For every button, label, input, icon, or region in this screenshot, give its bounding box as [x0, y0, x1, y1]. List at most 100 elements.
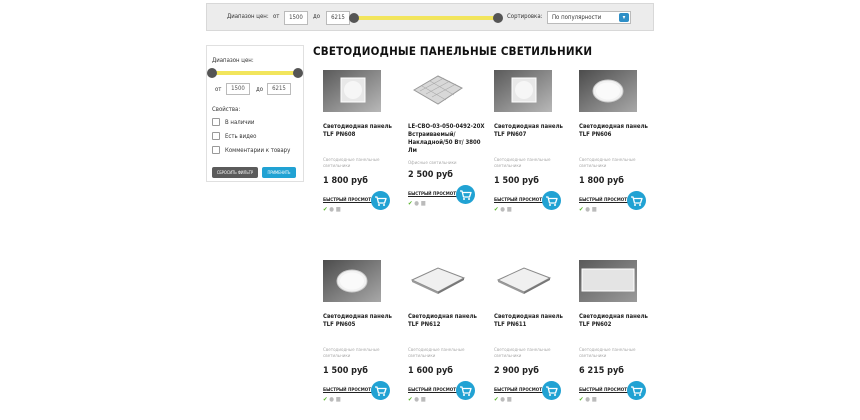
comment-icon: ■ — [335, 396, 341, 403]
in-stock-check-icon: ✔ — [323, 396, 328, 403]
product-category: Светодиодные панельные светильники — [323, 348, 380, 359]
add-to-cart-button[interactable] — [456, 185, 475, 204]
in-stock-check-icon: ✔ — [408, 396, 413, 403]
product-card-4: Светодиодная панель TLF PN606 Светодиодн… — [579, 70, 659, 230]
product-card-5: Светодиодная панель TLF PN605 Светодиодн… — [323, 260, 403, 420]
product-image[interactable] — [323, 260, 381, 302]
has-video-checkbox[interactable] — [212, 132, 220, 140]
product-status-icons: ✔ ● ■ — [579, 396, 597, 403]
comment-icon: ■ — [506, 206, 512, 213]
sidebar-from-label: от — [215, 86, 222, 93]
product-category: Светодиодные панельные светильники — [494, 348, 551, 359]
quick-view-link[interactable]: БЫСТРЫЙ ПРОСМОТР — [494, 198, 545, 203]
video-icon: ● — [329, 206, 334, 213]
product-name[interactable]: Светодиодная панель TLF PN612 — [408, 313, 488, 329]
range-min-handle[interactable] — [349, 13, 359, 23]
in-stock-checkbox[interactable] — [212, 118, 220, 126]
product-card-3: Светодиодная панель TLF PN607 Светодиодн… — [494, 70, 574, 230]
sidebar-price-track[interactable] — [213, 71, 299, 75]
from-label: от — [273, 13, 280, 20]
in-stock-check-icon: ✔ — [494, 396, 499, 403]
sort-select[interactable]: По популярности ▾ — [547, 11, 631, 24]
quick-view-link[interactable]: БЫСТРЫЙ ПРОСМОТР — [323, 198, 374, 203]
add-to-cart-button[interactable] — [627, 381, 646, 400]
add-to-cart-button[interactable] — [542, 381, 561, 400]
has-comments-label: Комментарии к товару — [225, 147, 291, 154]
product-category: Светодиодные панельные светильники — [408, 348, 465, 359]
cart-icon — [460, 190, 472, 200]
quick-view-link[interactable]: БЫСТРЫЙ ПРОСМОТР — [408, 192, 459, 197]
product-image[interactable] — [408, 260, 466, 302]
comment-icon: ■ — [420, 200, 426, 207]
has-video-label: Есть видео — [225, 133, 257, 140]
cart-icon — [631, 196, 643, 206]
product-image[interactable] — [494, 260, 552, 302]
product-category: Светодиодные панельные светильники — [579, 158, 636, 169]
product-image[interactable] — [579, 70, 637, 112]
cart-icon — [460, 386, 472, 396]
price-from-input[interactable]: 1500 — [284, 11, 308, 25]
product-status-icons: ✔ ● ■ — [579, 206, 597, 213]
cart-icon — [375, 386, 387, 396]
product-status-icons: ✔ ● ■ — [323, 206, 341, 213]
product-name[interactable]: Светодиодная панель TLF PN606 — [579, 123, 659, 139]
reset-filter-button[interactable]: СБРОСИТЬ ФИЛЬТР — [212, 167, 258, 178]
product-card-7: Светодиодная панель TLF PN611 Светодиодн… — [494, 260, 574, 420]
product-price: 1 600 руб — [408, 366, 453, 376]
sidebar-range-min-handle[interactable] — [207, 68, 217, 78]
video-icon: ● — [329, 396, 334, 403]
top-filter-bar: Диапазон цен: от 1500 до 6215 Сортировка… — [206, 3, 654, 31]
add-to-cart-button[interactable] — [371, 381, 390, 400]
product-name[interactable]: LE-CBO-03-050-0492-20Х Встраиваемый/ Нак… — [408, 123, 488, 155]
product-card-1: Светодиодная панель TLF PN608 Светодиодн… — [323, 70, 403, 230]
product-image[interactable] — [408, 70, 466, 112]
to-label: до — [313, 13, 321, 20]
add-to-cart-button[interactable] — [371, 191, 390, 210]
quick-view-link[interactable]: БЫСТРЫЙ ПРОСМОТР — [408, 388, 459, 393]
comment-icon: ■ — [506, 396, 512, 403]
product-name[interactable]: Светодиодная панель TLF PN611 — [494, 313, 574, 329]
in-stock-label: В наличии — [225, 119, 255, 126]
product-price: 1 500 руб — [323, 366, 368, 376]
product-status-icons: ✔ ● ■ — [323, 396, 341, 403]
product-name[interactable]: Светодиодная панель TLF PN605 — [323, 313, 403, 329]
price-range-track[interactable] — [357, 16, 499, 20]
add-to-cart-button[interactable] — [542, 191, 561, 210]
product-price: 2 500 руб — [408, 170, 453, 180]
in-stock-check-icon: ✔ — [579, 396, 584, 403]
add-to-cart-button[interactable] — [627, 191, 646, 210]
has-comments-checkbox[interactable] — [212, 146, 220, 154]
product-image[interactable] — [494, 70, 552, 112]
in-stock-check-icon: ✔ — [494, 206, 499, 213]
sidebar-to-label: до — [256, 86, 264, 93]
in-stock-check-icon: ✔ — [323, 206, 328, 213]
quick-view-link[interactable]: БЫСТРЫЙ ПРОСМОТР — [579, 388, 630, 393]
cart-icon — [546, 386, 558, 396]
sidebar-price-label: Диапазон цен: — [212, 57, 254, 64]
apply-filter-button[interactable]: ПРИМЕНИТЬ — [262, 167, 296, 178]
product-image[interactable] — [323, 70, 381, 112]
quick-view-link[interactable]: БЫСТРЫЙ ПРОСМОТР — [323, 388, 374, 393]
add-to-cart-button[interactable] — [456, 381, 475, 400]
range-max-handle[interactable] — [493, 13, 503, 23]
product-name[interactable]: Светодиодная панель TLF PN607 — [494, 123, 574, 139]
quick-view-link[interactable]: БЫСТРЫЙ ПРОСМОТР — [579, 198, 630, 203]
video-icon: ● — [414, 396, 419, 403]
quick-view-link[interactable]: БЫСТРЫЙ ПРОСМОТР — [494, 388, 545, 393]
chevron-down-icon: ▾ — [619, 13, 629, 22]
video-icon: ● — [500, 396, 505, 403]
product-card-8: Светодиодная панель TLF PN602 Светодиодн… — [579, 260, 659, 420]
sidebar-filter: Диапазон цен: от 1500 до 6215 Свойства: … — [206, 45, 304, 182]
product-status-icons: ✔ ● ■ — [494, 206, 512, 213]
product-image[interactable] — [579, 260, 637, 302]
price-to-input[interactable]: 6215 — [326, 11, 350, 25]
product-price: 1 800 руб — [579, 176, 624, 186]
sidebar-price-to-input[interactable]: 6215 — [267, 83, 291, 95]
comment-icon: ■ — [420, 396, 426, 403]
sidebar-range-max-handle[interactable] — [293, 68, 303, 78]
product-name[interactable]: Светодиодная панель TLF PN608 — [323, 123, 403, 139]
sort-label: Сортировка: — [507, 13, 543, 20]
product-name[interactable]: Светодиодная панель TLF PN602 — [579, 313, 659, 329]
video-icon: ● — [500, 206, 505, 213]
sidebar-price-from-input[interactable]: 1500 — [226, 83, 250, 95]
